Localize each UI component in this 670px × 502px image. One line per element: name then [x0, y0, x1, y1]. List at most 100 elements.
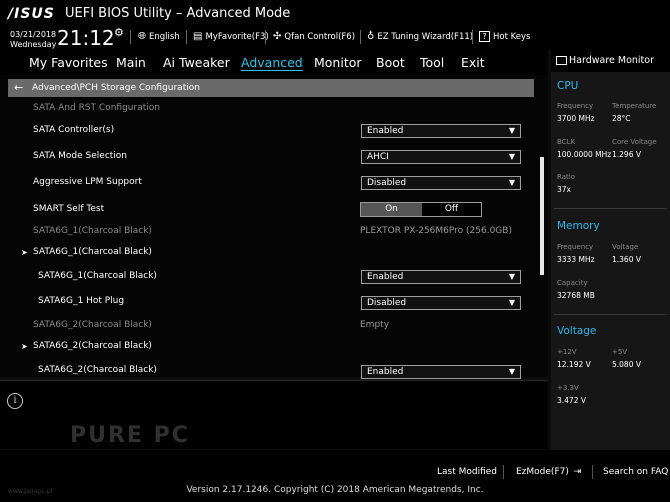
toolbar-divider	[472, 30, 473, 44]
qfan-label: Qfan Control(F6)	[284, 31, 356, 42]
caret-down-icon: ▼	[508, 126, 515, 135]
main-menu: My Favorites Main Ai Tweaker Advanced Mo…	[0, 50, 548, 75]
tab-boot[interactable]: Boot	[376, 55, 405, 70]
tab-monitor[interactable]: Monitor	[314, 55, 362, 70]
gear-icon[interactable]: ⚙	[114, 26, 124, 39]
capacity-label: Capacity	[557, 279, 588, 287]
v12-value: 12.192 V	[557, 360, 591, 369]
lpm-support-select[interactable]: Disabled ▼	[361, 176, 521, 190]
toggle-off[interactable]: Off	[422, 203, 481, 216]
language-button[interactable]: 🌐︎ English	[138, 31, 180, 42]
tab-my-favorites[interactable]: My Favorites	[29, 55, 108, 70]
sata6g-1-device: PLEXTOR PX-256M6Pro (256.0GB)	[360, 226, 512, 236]
tab-tool[interactable]: Tool	[420, 55, 444, 70]
qfan-button[interactable]: ✣ Qfan Control(F6)	[273, 31, 355, 42]
last-modified-button[interactable]: Last Modified	[437, 467, 497, 477]
date: 03/21/2018	[10, 30, 57, 39]
tab-exit[interactable]: Exit	[461, 55, 485, 70]
myfavorite-button[interactable]: ▤ MyFavorite(F3)	[193, 31, 269, 42]
bottom-divider	[503, 465, 504, 479]
sata6g-2-enable-select[interactable]: Enabled ▼	[361, 365, 521, 379]
sata6g-1-submenu[interactable]: SATA6G_1(Charcoal Black)	[33, 247, 152, 257]
toolbar-divider	[265, 30, 266, 44]
v33-value: 3.472 V	[557, 396, 586, 405]
sata6g-2-device: Empty	[360, 320, 390, 330]
memory-heading: Memory	[557, 220, 600, 232]
language-label: English	[149, 31, 180, 42]
sata-mode-label: SATA Mode Selection	[33, 151, 128, 161]
caret-down-icon: ▼	[508, 178, 515, 187]
monitor-icon	[556, 56, 567, 65]
sata-controller-label: SATA Controller(s)	[33, 125, 115, 135]
bclk-value: 100.0000 MHz	[557, 150, 612, 159]
question-icon: ?	[479, 31, 490, 42]
sata6g-1-enable-select[interactable]: Enabled ▼	[361, 270, 521, 284]
sata6g-1-port-label: SATA6G_1(Charcoal Black)	[33, 226, 152, 236]
sata6g-1-enable-label: SATA6G_1(Charcoal Black)	[38, 271, 157, 281]
hw-header: Hardware Monitor	[551, 50, 670, 72]
select-value: Disabled	[367, 298, 407, 308]
help-area: i PURE PC	[0, 380, 548, 449]
scrollbar-thumb[interactable]	[540, 157, 544, 275]
cpu-frequency-label: Frequency	[557, 102, 594, 110]
hardware-monitor: Hardware Monitor CPU Frequency Temperatu…	[551, 50, 670, 450]
cpu-temperature-label: Temperature	[612, 102, 657, 110]
v33-label: +3.3V	[557, 384, 579, 392]
favorite-page-icon: ▤	[193, 31, 203, 42]
watermark-logo: PURE PC	[70, 423, 190, 448]
toolbar-divider	[130, 30, 131, 44]
sata-mode-select[interactable]: AHCI ▼	[361, 150, 521, 164]
select-value: AHCI	[367, 152, 389, 162]
weekday: Wednesday	[10, 40, 57, 49]
back-arrow-icon[interactable]: ←	[14, 79, 23, 97]
section-title: SATA And RST Configuration	[33, 103, 160, 113]
memory-frequency-label: Frequency	[557, 243, 594, 251]
memory-voltage-label: Voltage	[612, 243, 639, 251]
select-value: Disabled	[367, 178, 407, 188]
sata-controller-select[interactable]: Enabled ▼	[361, 124, 521, 138]
tab-advanced[interactable]: Advanced	[241, 55, 303, 70]
asus-logo: /ISUS	[8, 6, 55, 22]
exit-arrow-icon: ⇥	[573, 467, 582, 477]
hotkeys-button[interactable]: ? Hot Keys	[479, 31, 530, 42]
v5-label: +5V	[612, 348, 628, 356]
toolbar-divider	[186, 30, 187, 44]
v5-value: 5.080 V	[612, 360, 641, 369]
settings-panel: ← Advanced\PCH Storage Configuration SAT…	[0, 75, 548, 379]
bios-screen: { "header": { "logo": "/ISUS", "title": …	[0, 0, 670, 502]
toggle-on[interactable]: On	[361, 203, 422, 216]
bclk-label: BCLK	[557, 138, 576, 146]
sata6g-1-hotplug-select[interactable]: Disabled ▼	[361, 296, 521, 310]
capacity-value: 32768 MB	[557, 291, 595, 300]
version-text: Version 2.17.1246. Copyright (C) 2018 Am…	[186, 485, 484, 495]
tab-main[interactable]: Main	[116, 55, 146, 70]
ratio-value: 37x	[557, 185, 571, 194]
bottom-bar: Last Modified EzMode(F7) ⇥ Search on FAQ…	[0, 450, 670, 502]
bottom-divider	[592, 465, 593, 479]
top-bar: /ISUS UEFI BIOS Utility – Advanced Mode …	[0, 0, 670, 50]
sata6g-2-submenu[interactable]: SATA6G_2(Charcoal Black)	[33, 341, 152, 351]
caret-down-icon: ▼	[508, 298, 515, 307]
ez-tuning-button[interactable]: ♁ EZ Tuning Wizard(F11)	[367, 31, 473, 42]
scrollbar[interactable]	[540, 157, 544, 275]
cpu-heading: CPU	[557, 80, 579, 92]
breadcrumb[interactable]: ← Advanced\PCH Storage Configuration	[8, 79, 534, 97]
hw-title: Hardware Monitor	[569, 55, 654, 66]
caret-down-icon: ▼	[508, 272, 515, 281]
bulb-icon: ♁	[367, 31, 375, 42]
search-faq-button[interactable]: Search on FAQ	[603, 467, 668, 477]
ratio-label: Ratio	[557, 173, 575, 181]
select-value: Enabled	[367, 272, 404, 282]
caret-down-icon: ▼	[508, 367, 515, 376]
tab-ai-tweaker[interactable]: Ai Tweaker	[163, 55, 230, 70]
expand-arrow-icon: ➤	[21, 248, 28, 257]
breadcrumb-text: Advanced\PCH Storage Configuration	[32, 83, 200, 93]
app-title: UEFI BIOS Utility – Advanced Mode	[65, 6, 291, 21]
select-value: Enabled	[367, 126, 404, 136]
core-voltage-label: Core Voltage	[612, 138, 657, 146]
info-icon: i	[7, 393, 23, 409]
clock: 21:12	[57, 26, 115, 50]
smart-self-test-toggle[interactable]: On Off	[360, 202, 482, 217]
hw-divider	[554, 314, 667, 315]
ezmode-button[interactable]: EzMode(F7) ⇥	[516, 467, 581, 477]
